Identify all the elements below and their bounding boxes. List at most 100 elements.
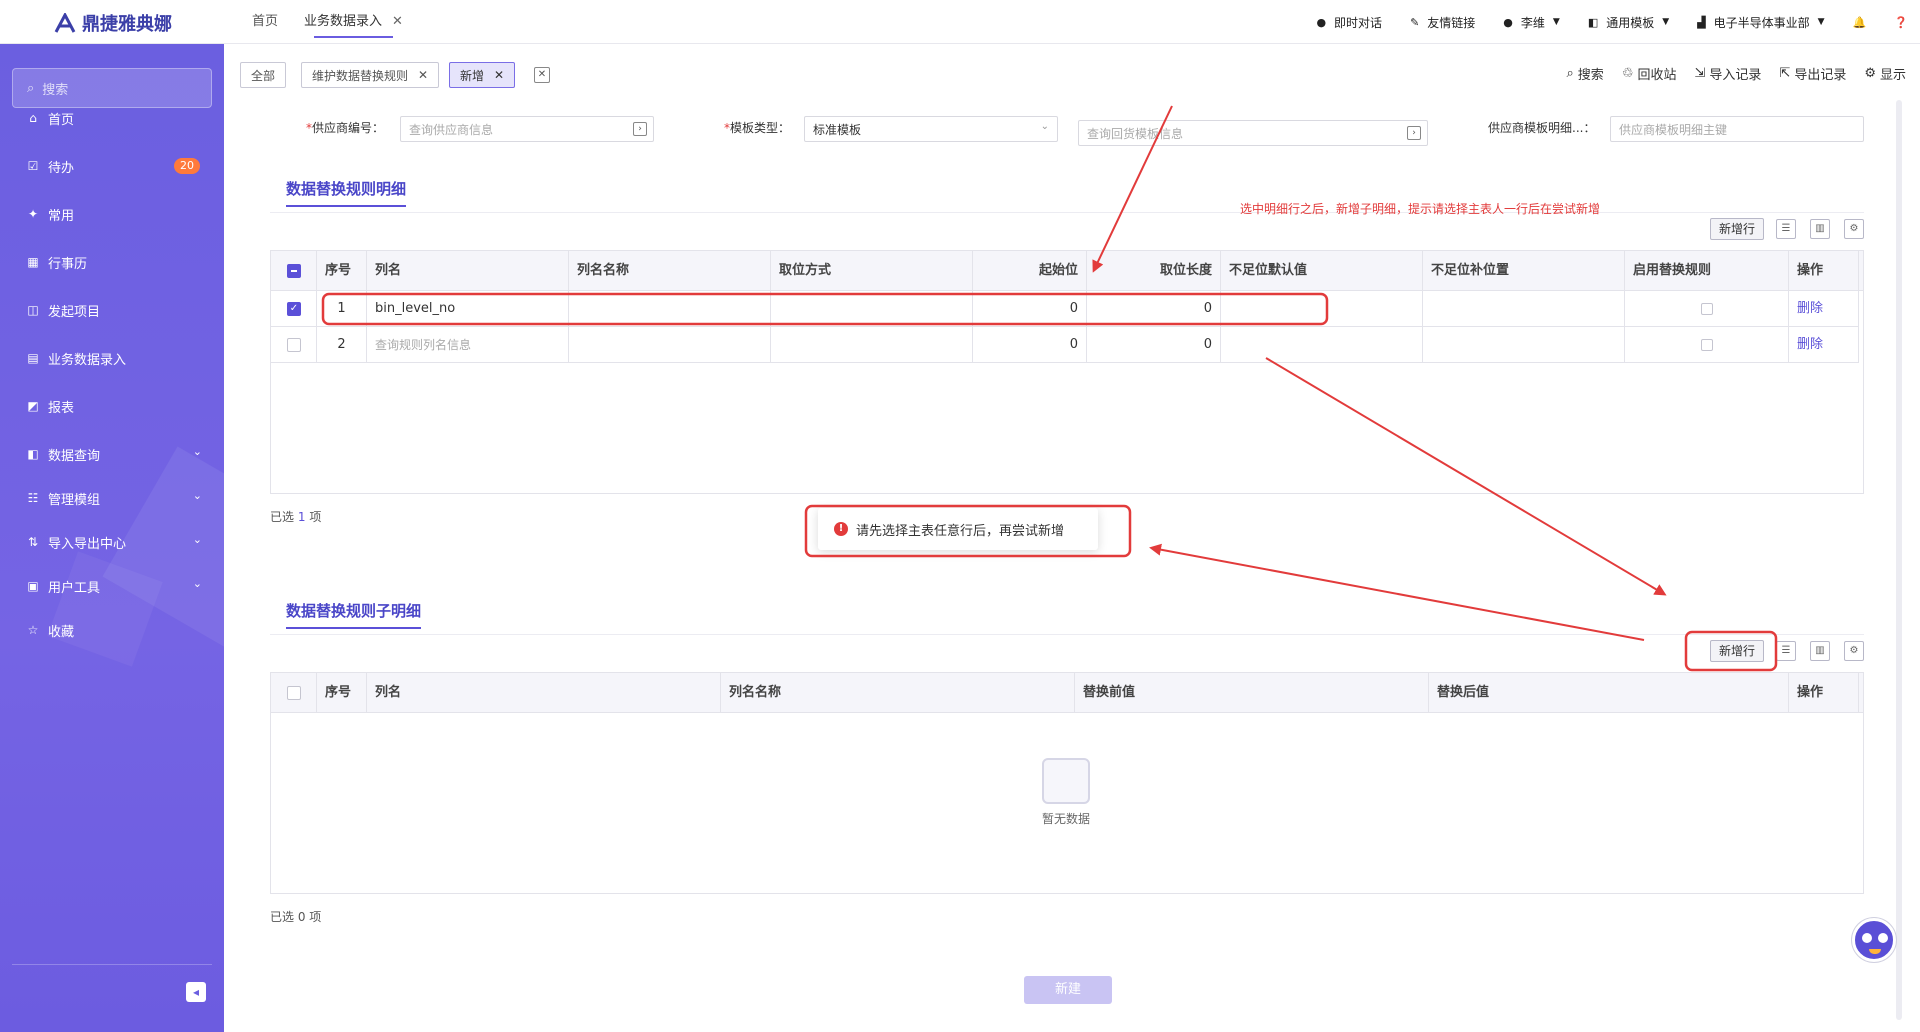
import-export-icon: ⇅ bbox=[27, 535, 39, 549]
pad-position-cell[interactable] bbox=[1423, 327, 1625, 363]
sidebar-item-frequent[interactable]: ✦ 常用 bbox=[26, 202, 202, 226]
close-icon[interactable]: ✕ bbox=[418, 68, 428, 82]
columns-icon[interactable]: ▥ bbox=[1810, 641, 1830, 661]
toolbar-recycle-button[interactable]: ♲ 回收站 bbox=[1622, 64, 1677, 83]
row-checkbox[interactable]: ✓ bbox=[287, 302, 301, 316]
delete-link[interactable]: 删除 bbox=[1789, 327, 1859, 363]
column-name-cell[interactable]: 查询规则列名信息 bbox=[367, 327, 569, 363]
select-all-cell bbox=[271, 251, 317, 291]
page-scrollbar[interactable] bbox=[1896, 100, 1902, 1020]
logo-text: 鼎捷雅典娜 bbox=[82, 14, 172, 35]
default-value-cell[interactable] bbox=[1221, 327, 1423, 363]
start-cell[interactable]: 0 bbox=[973, 327, 1087, 363]
page-tab-all[interactable]: 全部 bbox=[240, 62, 287, 88]
seq-cell: 1 bbox=[317, 291, 367, 327]
column-header: 替换前值 bbox=[1075, 673, 1429, 713]
top-tab-home[interactable]: 首页 bbox=[252, 0, 278, 44]
row-height-icon[interactable]: ☰ bbox=[1776, 641, 1796, 661]
sidebar-item-home[interactable]: ⌂ 首页 bbox=[26, 106, 202, 130]
settings-icon[interactable]: ⚙ bbox=[1844, 641, 1864, 661]
column-header: 不足位默认值 bbox=[1221, 251, 1423, 291]
return-template-input[interactable]: 查询回货模板信息 › bbox=[1078, 120, 1428, 146]
division-label: 电子半导体事业部 bbox=[1713, 15, 1810, 30]
delete-link[interactable]: 删除 bbox=[1789, 291, 1859, 327]
row-checkbox[interactable] bbox=[287, 338, 301, 352]
enable-rule-checkbox[interactable] bbox=[1701, 303, 1713, 315]
toolbar-label: 搜索 bbox=[1577, 68, 1604, 83]
table-header: 序号 列名 列名名称 替换前值 替换后值 操作 bbox=[271, 673, 1863, 713]
page-tab-new[interactable]: 新增 ✕ bbox=[449, 62, 516, 88]
detail-add-row-button[interactable]: 新增行 bbox=[1710, 218, 1765, 240]
toolbar-search-button[interactable]: ⌕ 搜索 bbox=[1567, 64, 1604, 83]
supplier-label-text: 供应商编号： bbox=[312, 121, 385, 135]
assistant-mascot-icon[interactable] bbox=[1852, 918, 1896, 962]
default-value-cell[interactable] bbox=[1221, 291, 1423, 327]
start-cell[interactable]: 0 bbox=[973, 291, 1087, 327]
column-header: 操作 bbox=[1789, 251, 1859, 291]
row-select-cell bbox=[271, 327, 317, 363]
close-icon[interactable]: ✕ bbox=[494, 68, 504, 82]
pad-position-cell[interactable] bbox=[1423, 291, 1625, 327]
columns-icon[interactable]: ▥ bbox=[1810, 219, 1830, 239]
top-tab-data-entry[interactable]: 业务数据录入 ✕ bbox=[304, 0, 403, 44]
sidebar-item-label: 管理模组 bbox=[48, 492, 101, 508]
help-button[interactable]: ❓ bbox=[1894, 16, 1908, 29]
sidebar-item-todo[interactable]: ☑ 待办 20 bbox=[26, 154, 202, 178]
sidebar-item-calendar[interactable]: ▦ 行事历 bbox=[26, 250, 202, 274]
user-menu[interactable]: ● 李维 ▼ bbox=[1503, 14, 1560, 31]
mode-cell[interactable] bbox=[771, 291, 973, 327]
column-name-cell[interactable]: bin_level_no bbox=[367, 291, 569, 327]
column-title-cell[interactable] bbox=[569, 291, 771, 327]
chat-link[interactable]: ● 即时对话 bbox=[1316, 14, 1382, 31]
table-row[interactable]: 2 查询规则列名信息 0 0 删除 bbox=[271, 327, 1859, 363]
sub-add-row-button[interactable]: 新增行 bbox=[1710, 640, 1765, 662]
column-header: 启用替换规则 bbox=[1625, 251, 1789, 291]
enable-rule-checkbox[interactable] bbox=[1701, 339, 1713, 351]
notification-button[interactable]: 🔔 bbox=[1853, 16, 1867, 29]
sidebar-item-project[interactable]: ◫ 发起项目 bbox=[26, 298, 202, 322]
supplier-input[interactable]: 查询供应商信息 › bbox=[400, 116, 654, 142]
friend-links[interactable]: ✎ 友情链接 bbox=[1410, 14, 1475, 31]
sidebar-item-favorites[interactable]: ☆ 收藏 bbox=[26, 618, 202, 642]
toolbar-export-log-button[interactable]: ⇱ 导出记录 bbox=[1779, 64, 1846, 83]
length-cell[interactable]: 0 bbox=[1087, 327, 1221, 363]
toolbar-import-log-button[interactable]: ⇲ 导入记录 bbox=[1694, 64, 1761, 83]
column-header: 起始位 bbox=[973, 251, 1087, 291]
user-icon: ● bbox=[1503, 15, 1513, 29]
row-height-icon[interactable]: ☰ bbox=[1776, 219, 1796, 239]
sidebar-search-input[interactable]: ⌕ 搜索 bbox=[12, 68, 212, 108]
toolbar-display-button[interactable]: ⚙ 显示 bbox=[1864, 64, 1906, 83]
sidebar-item-report[interactable]: ◩ 报表 bbox=[26, 394, 202, 418]
search-icon: ⌕ bbox=[27, 80, 35, 96]
supplier-template-input[interactable]: 供应商模板明细主键 bbox=[1610, 116, 1864, 142]
collapse-sidebar-icon[interactable]: ◂ bbox=[186, 982, 206, 1002]
column-title-cell[interactable] bbox=[569, 327, 771, 363]
settings-icon[interactable]: ⚙ bbox=[1844, 219, 1864, 239]
close-icon[interactable]: ✕ bbox=[392, 14, 403, 29]
length-cell[interactable]: 0 bbox=[1087, 291, 1221, 327]
sidebar-item-query[interactable]: ◧ 数据查询 ⌄ bbox=[26, 442, 202, 466]
mode-cell[interactable] bbox=[771, 327, 973, 363]
lookup-icon[interactable]: › bbox=[1407, 126, 1421, 140]
table-row[interactable]: ✓ 1 bin_level_no 0 0 删除 bbox=[271, 291, 1859, 327]
supplier-template-label-text: 供应商模板明细...： bbox=[1488, 121, 1596, 135]
sidebar-item-module[interactable]: ☷ 管理模组 ⌄ bbox=[26, 486, 202, 510]
page-tab-maintain-rules[interactable]: 维护数据替换规则 ✕ bbox=[301, 62, 440, 88]
app-logo[interactable]: 鼎捷雅典娜 bbox=[54, 10, 172, 36]
select-all-checkbox[interactable] bbox=[287, 264, 301, 278]
pin-icon: ✦ bbox=[27, 207, 39, 221]
select-all-checkbox[interactable] bbox=[287, 686, 301, 700]
division-menu[interactable]: ▟ 电子半导体事业部 ▼ bbox=[1697, 14, 1824, 31]
sidebar-item-data-entry[interactable]: ▤ 业务数据录入 bbox=[26, 346, 202, 370]
sidebar-item-user-tools[interactable]: ▣ 用户工具 ⌄ bbox=[26, 574, 202, 598]
sidebar-item-import-export[interactable]: ⇅ 导入导出中心 ⌄ bbox=[26, 530, 202, 554]
create-button[interactable]: 新建 bbox=[1024, 976, 1112, 1004]
annotation-arrow bbox=[1149, 543, 1645, 641]
sidebar-item-label: 报表 bbox=[48, 400, 75, 416]
close-all-tabs-icon[interactable]: ✕ bbox=[534, 67, 550, 83]
template-menu[interactable]: ◧ 通用模板 ▼ bbox=[1588, 14, 1669, 31]
template-type-select[interactable]: 标准模板 ⌄ bbox=[804, 116, 1058, 142]
lookup-icon[interactable]: › bbox=[633, 122, 647, 136]
detail-section-title: 数据替换规则明细 bbox=[286, 180, 407, 207]
help-icon: ❓ bbox=[1894, 15, 1908, 29]
